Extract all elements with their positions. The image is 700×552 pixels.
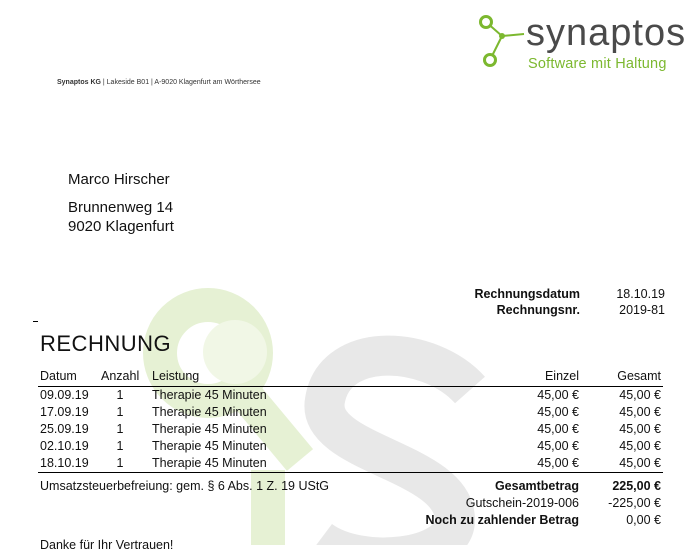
row-date: 18.10.19 xyxy=(40,456,89,470)
row-qty: 1 xyxy=(116,456,124,470)
row-total: 45,00 € xyxy=(619,405,661,419)
invoice-date-label: Rechnungsdatum xyxy=(474,287,580,301)
brand-name: synaptos xyxy=(526,12,687,54)
voucher-value: -225,00 € xyxy=(608,496,661,510)
row-desc: Therapie 45 Minuten xyxy=(152,456,267,470)
brand-tagline: Software mit Haltung xyxy=(528,56,667,72)
recipient-address: Marco Hirscher Brunnenweg 14 9020 Klagen… xyxy=(68,170,174,236)
table-header: Datum Anzahl Leistung Einzel Gesamt xyxy=(38,368,663,387)
table-body: 09.09.19 1 Therapie 45 Minuten 45,00 € 4… xyxy=(38,387,663,473)
closing-text: Danke für Ihr Vertrauen! xyxy=(40,538,174,552)
sender-address: | Lakeside B01 | A-9020 Klagenfurt am Wö… xyxy=(100,79,261,86)
row-unit: 45,00 € xyxy=(537,388,579,402)
table-row: 25.09.19 1 Therapie 45 Minuten 45,00 € 4… xyxy=(38,421,663,438)
document-title: RECHNUNG xyxy=(40,331,172,356)
row-unit: 45,00 € xyxy=(537,456,579,470)
sender-line: Synaptos KG | Lakeside B01 | A-9020 Klag… xyxy=(57,79,261,86)
row-date: 02.10.19 xyxy=(40,439,89,453)
table-row: 02.10.19 1 Therapie 45 Minuten 45,00 € 4… xyxy=(38,438,663,455)
header-unit: Einzel xyxy=(544,369,579,383)
row-total: 45,00 € xyxy=(619,439,661,453)
table-row: 09.09.19 1 Therapie 45 Minuten 45,00 € 4… xyxy=(38,387,663,404)
fold-mark xyxy=(33,321,38,322)
recipient-street: Brunnenweg 14 xyxy=(68,199,174,216)
row-qty: 1 xyxy=(116,439,124,453)
total-label: Gesamtbetrag xyxy=(494,479,579,493)
invoice-meta: Rechnungsdatum 18.10.19 Rechnungsnr. 201… xyxy=(470,287,665,319)
invoice-summary: Umsatzsteuerbefreiung: gem. § 6 Abs. 1 Z… xyxy=(38,478,663,529)
amount-due-label: Noch zu zahlender Betrag xyxy=(425,513,580,527)
header-desc: Leistung xyxy=(152,369,200,383)
row-qty: 1 xyxy=(116,405,124,419)
company-logo: synaptos Software mit Haltung xyxy=(476,12,685,82)
table-row: 18.10.19 1 Therapie 45 Minuten 45,00 € 4… xyxy=(38,455,663,473)
invoice-date-value: 18.10.19 xyxy=(616,287,665,301)
row-desc: Therapie 45 Minuten xyxy=(152,388,267,402)
invoice-number-label: Rechnungsnr. xyxy=(496,303,580,317)
row-unit: 45,00 € xyxy=(537,422,579,436)
row-qty: 1 xyxy=(116,422,124,436)
row-desc: Therapie 45 Minuten xyxy=(152,405,267,419)
header-total: Gesamt xyxy=(617,369,661,383)
amount-due-value: 0,00 € xyxy=(626,513,661,527)
row-unit: 45,00 € xyxy=(537,405,579,419)
row-total: 45,00 € xyxy=(619,422,661,436)
row-desc: Therapie 45 Minuten xyxy=(152,422,267,436)
row-total: 45,00 € xyxy=(619,456,661,470)
invoice-number-value: 2019-81 xyxy=(619,303,665,317)
invoice-table: Datum Anzahl Leistung Einzel Gesamt 09.0… xyxy=(38,368,663,473)
header-qty: Anzahl xyxy=(101,369,140,383)
row-date: 25.09.19 xyxy=(40,422,89,436)
recipient-name: Marco Hirscher xyxy=(68,171,170,188)
row-unit: 45,00 € xyxy=(537,439,579,453)
row-total: 45,00 € xyxy=(619,388,661,402)
row-qty: 1 xyxy=(116,388,124,402)
row-date: 09.09.19 xyxy=(40,388,89,402)
row-date: 17.09.19 xyxy=(40,405,89,419)
voucher-label: Gutschein-2019-006 xyxy=(465,496,579,510)
total-value: 225,00 € xyxy=(612,479,661,493)
row-desc: Therapie 45 Minuten xyxy=(152,439,267,453)
sender-company: Synaptos KG xyxy=(57,79,101,86)
table-row: 17.09.19 1 Therapie 45 Minuten 45,00 € 4… xyxy=(38,404,663,421)
header-date: Datum xyxy=(40,369,77,383)
tax-exemption-note: Umsatzsteuerbefreiung: gem. § 6 Abs. 1 Z… xyxy=(40,479,330,493)
recipient-city: 9020 Klagenfurt xyxy=(68,218,174,235)
